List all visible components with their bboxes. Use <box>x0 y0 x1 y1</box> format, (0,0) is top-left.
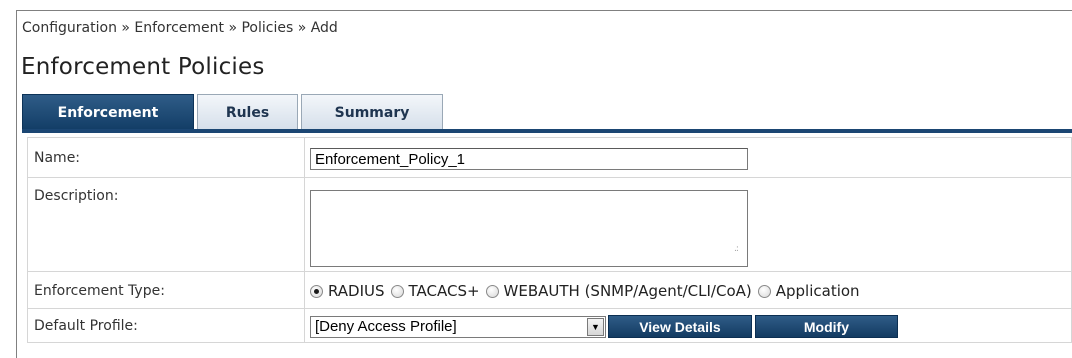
tab-enforcement-label: Enforcement <box>57 104 159 121</box>
view-details-button[interactable]: View Details <box>607 315 752 338</box>
form-row-enforcement-type: Enforcement Type: RADIUS TACACS+ WEBAUTH… <box>27 271 1072 309</box>
resize-grip-icon[interactable]: .: <box>734 244 739 254</box>
default-profile-selected-value: [Deny Access Profile] <box>314 318 457 335</box>
modify-label: Modify <box>803 318 849 335</box>
tab-rules[interactable]: Rules <box>197 94 298 130</box>
name-input[interactable] <box>309 148 748 170</box>
description-label: Description: <box>34 188 119 204</box>
tab-summary-label: Summary <box>334 104 410 121</box>
chevron-down-icon[interactable]: ▼ <box>586 317 604 336</box>
page-title: Enforcement Policies <box>21 54 265 80</box>
default-profile-label: Default Profile: <box>34 318 138 334</box>
radio-webauth[interactable] <box>485 284 499 298</box>
radio-radius[interactable] <box>309 284 323 298</box>
form-row-default-profile: Default Profile: [Deny Access Profile] ▼… <box>27 308 1072 343</box>
radio-tacacs-label[interactable]: TACACS+ <box>409 282 480 300</box>
modify-button[interactable]: Modify <box>754 315 898 338</box>
tab-summary[interactable]: Summary <box>301 94 443 130</box>
enforcement-form: Name: Description: Enforcement Type: RAD… <box>27 137 1072 343</box>
default-profile-controls: [Deny Access Profile] ▼ View Details Mod… <box>309 315 1071 338</box>
radio-application[interactable] <box>757 284 771 298</box>
default-profile-select[interactable]: [Deny Access Profile] ▼ <box>309 315 606 338</box>
radio-tacacs[interactable] <box>390 284 404 298</box>
form-row-name: Name: <box>27 137 1072 178</box>
radio-radius-label[interactable]: RADIUS <box>328 282 385 300</box>
radio-webauth-label[interactable]: WEBAUTH (SNMP/Agent/CLI/CoA) <box>504 282 752 300</box>
form-row-description: Description: <box>27 177 1072 272</box>
tab-enforcement[interactable]: Enforcement <box>22 94 194 130</box>
tab-rules-label: Rules <box>225 104 270 121</box>
name-label: Name: <box>34 150 81 166</box>
view-details-label: View Details <box>639 318 721 335</box>
enforcement-type-label: Enforcement Type: <box>34 283 165 299</box>
enforcement-type-radio-group: RADIUS TACACS+ WEBAUTH (SNMP/Agent/CLI/C… <box>309 272 1071 308</box>
radio-application-label[interactable]: Application <box>776 282 860 300</box>
breadcrumb: Configuration » Enforcement » Policies »… <box>22 20 338 36</box>
tab-bar-underline <box>22 129 1072 133</box>
description-textarea[interactable] <box>309 190 748 267</box>
